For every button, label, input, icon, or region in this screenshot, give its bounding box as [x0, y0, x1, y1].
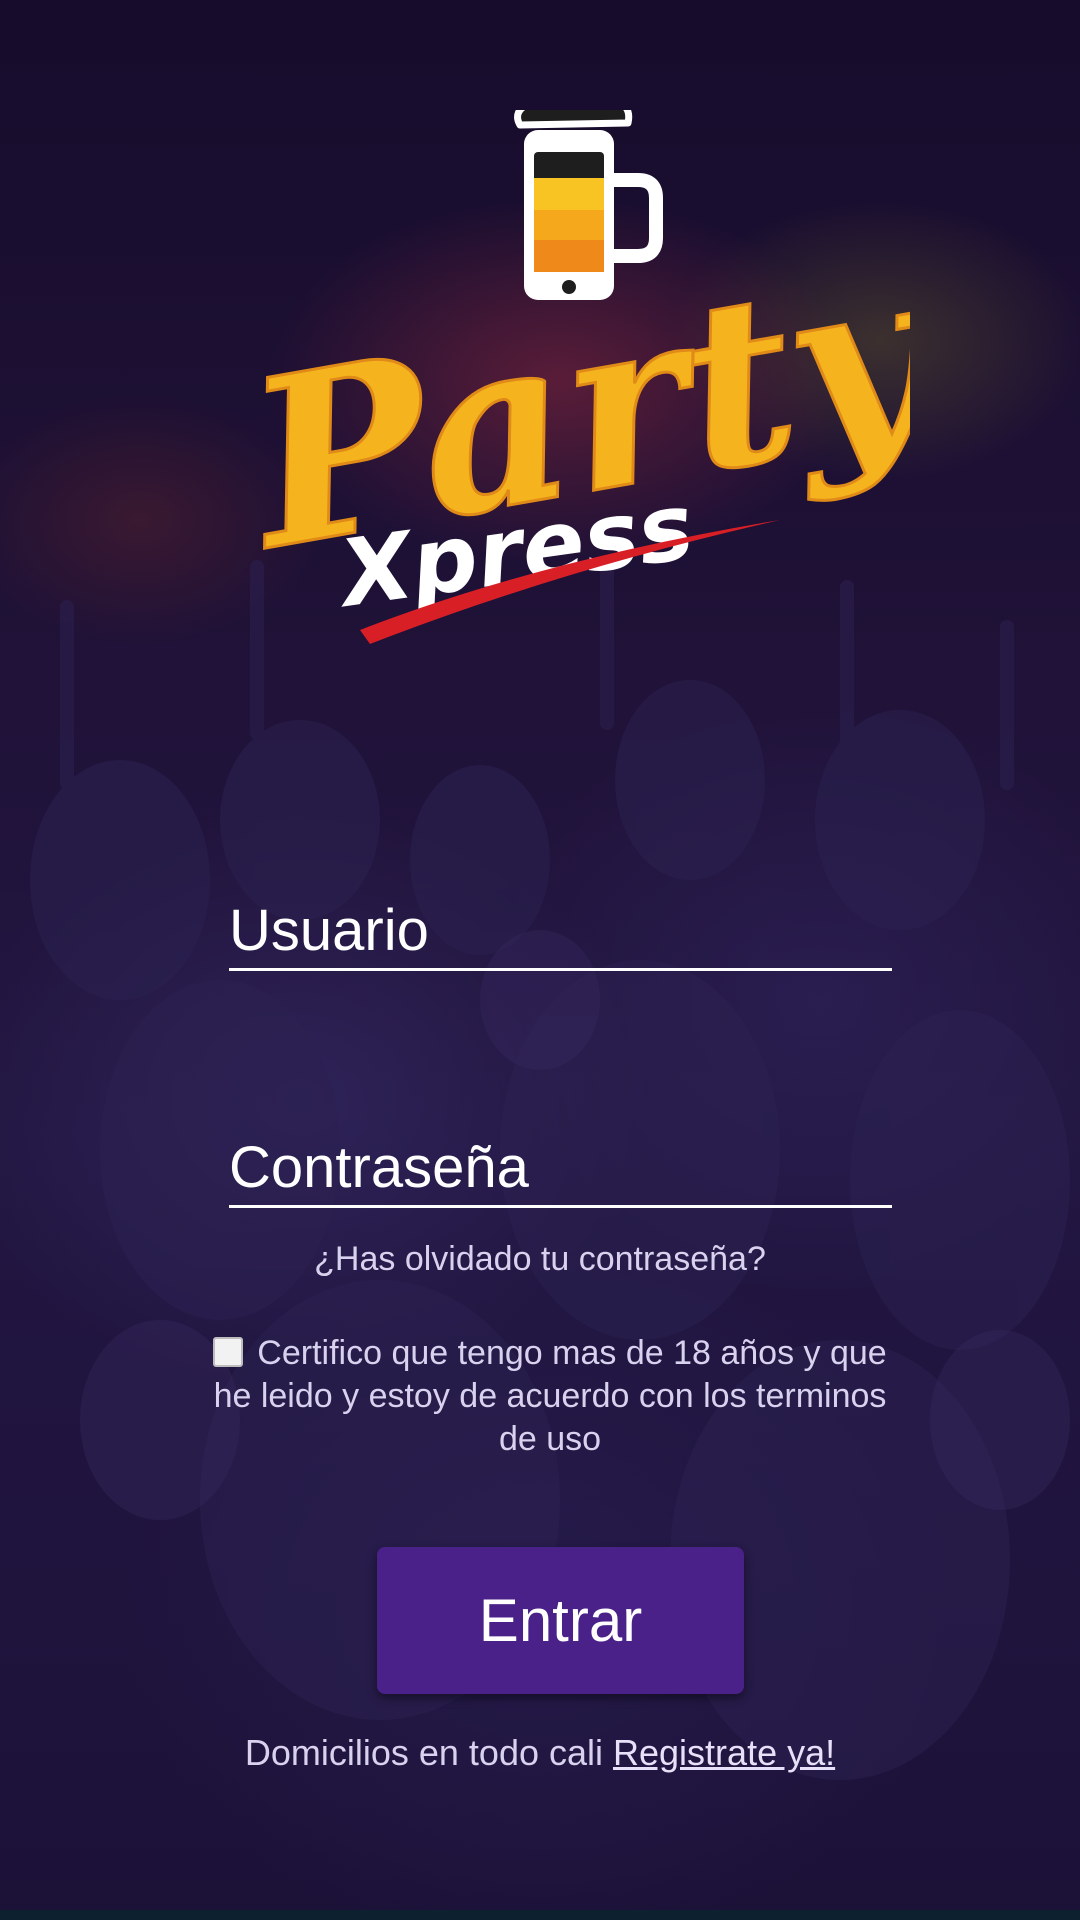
forgot-password-link[interactable]: ¿Has olvidado tu contraseña? [0, 1240, 1080, 1279]
username-input[interactable]: Usuario [229, 898, 892, 971]
password-input[interactable]: Contraseña [229, 1135, 892, 1208]
footer-text: Domicilios en todo cali [244, 1732, 614, 1773]
enter-button[interactable]: Entrar [377, 1547, 744, 1694]
footer: Domicilios en todo cali Registrate ya! [0, 1732, 1080, 1774]
terms-checkbox[interactable] [213, 1337, 244, 1367]
register-link[interactable]: Registrate ya! [613, 1732, 835, 1773]
logo-wordmark: Party Xpress [230, 214, 910, 644]
login-screen: Party Xpress Usuario Contraseña ¿Has olv… [0, 0, 1080, 1920]
party-xpress-logo: Party Xpress [230, 110, 910, 644]
bottom-edge [0, 1910, 1080, 1920]
terms-agreement: Certifico que tengo mas de 18 años y que… [200, 1332, 900, 1461]
enter-button-label: Entrar [478, 1587, 643, 1654]
terms-label: Certifico que tengo mas de 18 años y que… [213, 1334, 887, 1458]
